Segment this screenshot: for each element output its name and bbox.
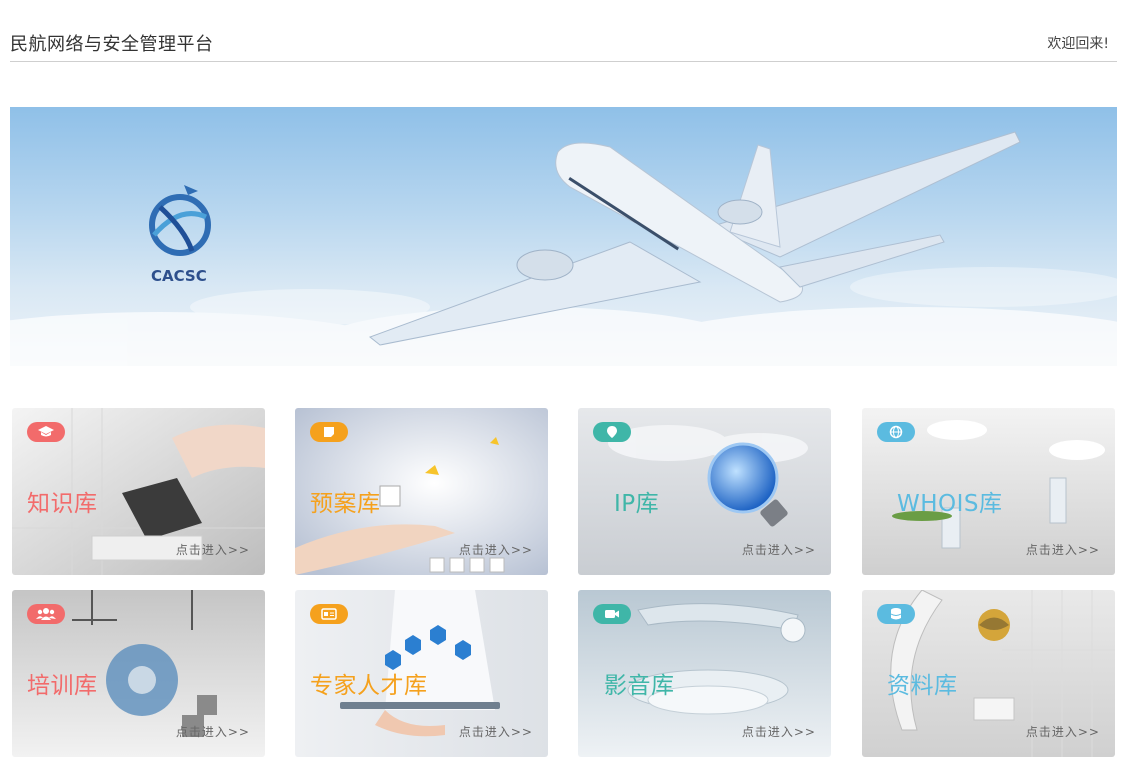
enter-link[interactable]: 点击进入>> xyxy=(176,541,250,558)
card-title: 专家人才库 xyxy=(310,673,428,699)
badge xyxy=(593,604,631,624)
enter-link[interactable]: 点击进入>> xyxy=(742,541,816,558)
card-title: 培训库 xyxy=(27,673,98,699)
logo-text: CACSC xyxy=(151,267,207,285)
enter-link[interactable]: 点击进入>> xyxy=(176,723,250,740)
card-knowledge-base[interactable]: 知识库 点击进入>> xyxy=(12,408,265,575)
hero-banner: CACSC xyxy=(10,107,1117,366)
id-card-icon xyxy=(321,608,337,620)
badge xyxy=(877,422,915,442)
badge xyxy=(27,604,65,624)
card-title: WHOIS库 xyxy=(897,491,1003,517)
card-media-library[interactable]: 影音库 点击进入>> xyxy=(578,590,831,757)
card-title: 预案库 xyxy=(310,491,381,517)
enter-link[interactable]: 点击进入>> xyxy=(1026,541,1100,558)
card-whois-library[interactable]: WHOIS库 点击进入>> xyxy=(862,408,1115,575)
card-title: 资料库 xyxy=(887,673,958,699)
page-header: 民航网络与安全管理平台 欢迎回来! xyxy=(10,0,1117,62)
enter-link[interactable]: 点击进入>> xyxy=(742,723,816,740)
globe-icon xyxy=(889,425,903,439)
video-camera-icon xyxy=(605,610,619,618)
graduation-cap-icon xyxy=(38,426,54,437)
enter-link[interactable]: 点击进入>> xyxy=(459,723,533,740)
database-icon xyxy=(890,608,902,620)
card-ip-library[interactable]: IP库 点击进入>> xyxy=(578,408,831,575)
badge xyxy=(310,422,348,442)
badge xyxy=(877,604,915,624)
badge xyxy=(593,422,631,442)
enter-link[interactable]: 点击进入>> xyxy=(1026,723,1100,740)
card-title: 影音库 xyxy=(604,673,675,699)
enter-link[interactable]: 点击进入>> xyxy=(459,541,533,558)
card-title: IP库 xyxy=(614,491,660,517)
location-pin-icon xyxy=(607,426,617,438)
page-title: 民航网络与安全管理平台 xyxy=(10,34,214,55)
badge xyxy=(27,422,65,442)
welcome-text: 欢迎回来! xyxy=(1047,36,1109,52)
card-title: 知识库 xyxy=(27,491,98,517)
card-expert-talent-library[interactable]: 专家人才库 点击进入>> xyxy=(295,590,548,757)
cacsc-logo xyxy=(149,185,211,256)
note-icon xyxy=(324,427,334,437)
card-resource-library[interactable]: 资料库 点击进入>> xyxy=(862,590,1115,757)
badge xyxy=(310,604,348,624)
card-training-library[interactable]: 培训库 点击进入>> xyxy=(12,590,265,757)
card-plan-library[interactable]: 预案库 点击进入>> xyxy=(295,408,548,575)
people-icon xyxy=(36,608,56,620)
